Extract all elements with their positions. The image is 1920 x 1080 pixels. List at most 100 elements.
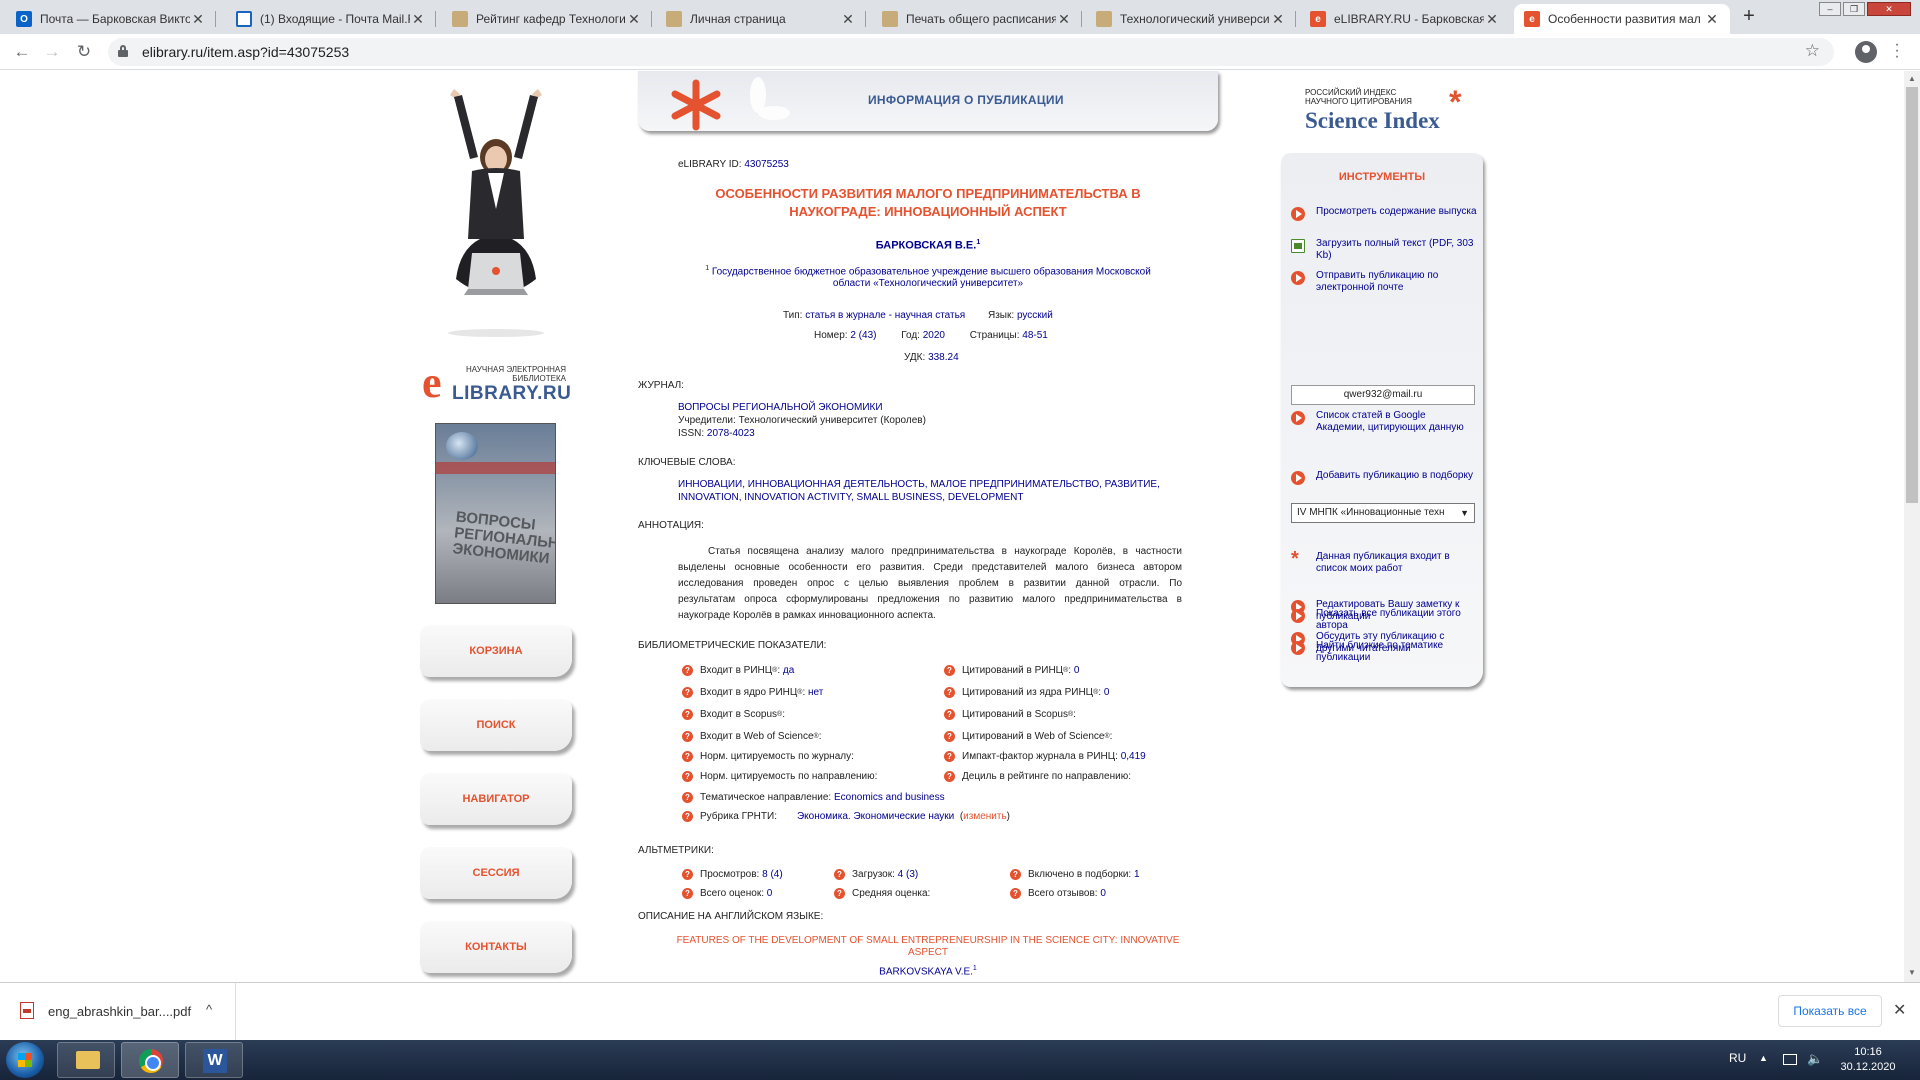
tool-similar-publications[interactable]: Найти близкие по тематике публикации <box>1291 640 1477 664</box>
taskbar-explorer[interactable] <box>57 1042 115 1078</box>
university-hat-icon <box>882 11 898 27</box>
browser-tab[interactable]: Печать общего расписания ✕ <box>872 4 1082 34</box>
system-clock[interactable]: 10:16 30.12.2020 <box>1836 1045 1900 1075</box>
url-text[interactable]: elibrary.ru/item.asp?id=43075253 <box>142 44 349 60</box>
close-icon[interactable]: ✕ <box>1704 11 1720 28</box>
english-author[interactable]: BARKOVSKAYA V.E.1 <box>638 965 1218 977</box>
help-icon[interactable]: ? <box>682 888 693 899</box>
minimize-button[interactable]: – <box>1819 2 1841 16</box>
journal-cover-image[interactable]: ВОПРОСЫ РЕГИОНАЛЬНОЙ ЭКОНОМИКИ <box>435 423 556 604</box>
close-icon[interactable]: ✕ <box>1484 11 1500 28</box>
affiliation[interactable]: 1 Государственное бюджетное образователь… <box>638 263 1218 290</box>
author-link[interactable]: БАРКОВСКАЯ В.Е.1 <box>638 239 1218 252</box>
maximize-button[interactable]: ❐ <box>1843 2 1865 16</box>
scrollbar-thumb[interactable] <box>1906 87 1918 503</box>
elibrary-logo[interactable]: e НАУЧНАЯ ЭЛЕКТРОННАЯ БИБЛИОТЕКА LIBRARY… <box>422 361 572 405</box>
taskbar-word[interactable]: W <box>185 1042 243 1078</box>
contacts-button[interactable]: КОНТАКТЫ <box>420 921 572 973</box>
lock-icon[interactable] <box>118 45 128 57</box>
help-icon[interactable]: ? <box>682 751 693 762</box>
download-item[interactable]: eng_abrashkin_bar....pdf ^ <box>0 983 236 1040</box>
help-icon[interactable]: ? <box>834 869 845 880</box>
session-button[interactable]: СЕССИЯ <box>420 847 572 899</box>
browser-tab[interactable]: ✉ (1) Входящие - Почта Mail.R ✕ <box>226 4 436 34</box>
forward-arrow-icon[interactable]: → <box>40 40 64 64</box>
keyword-list[interactable]: ИННОВАЦИИ, ИННОВАЦИОННАЯ ДЕЯТЕЛЬНОСТЬ, М… <box>678 478 1160 504</box>
scroll-up-icon[interactable]: ▲ <box>1908 74 1916 83</box>
word-icon: W <box>203 1049 227 1073</box>
tool-author-publications[interactable]: Показать все публикации этого автора <box>1291 608 1477 632</box>
language-indicator[interactable]: RU <box>1729 1051 1746 1065</box>
help-icon[interactable]: ? <box>682 687 693 698</box>
close-icon[interactable]: ✕ <box>1893 1000 1906 1020</box>
help-icon[interactable]: ? <box>1010 888 1021 899</box>
elibrary-asterisk-icon <box>671 77 790 131</box>
asterisk-icon: * <box>1449 84 1462 120</box>
tool-add-to-collection[interactable]: Добавить публикацию в подборку <box>1291 470 1477 485</box>
tray-expand-icon[interactable]: ▲ <box>1759 1053 1768 1063</box>
science-index-logo[interactable]: РОССИЙСКИЙ ИНДЕКС НАУЧНОГО ЦИТИРОВАНИЯ Sc… <box>1305 84 1485 138</box>
tool-download-pdf[interactable]: Загрузить полный текст (PDF, 303 Kb) <box>1291 238 1477 262</box>
download-filename[interactable]: eng_abrashkin_bar....pdf <box>48 1004 191 1019</box>
navigator-button[interactable]: НАВИГАТОР <box>420 773 572 825</box>
chevron-up-icon[interactable]: ^ <box>206 1002 212 1017</box>
help-icon[interactable]: ? <box>682 665 693 676</box>
tool-view-issue[interactable]: Просмотреть содержание выпуска <box>1291 206 1477 221</box>
help-icon[interactable]: ? <box>944 731 955 742</box>
tool-send-email[interactable]: Отправить публикацию по электронной почт… <box>1291 270 1477 294</box>
profile-avatar-icon[interactable] <box>1855 41 1877 63</box>
help-icon[interactable]: ? <box>944 751 955 762</box>
new-tab-button[interactable]: + <box>1735 5 1763 29</box>
change-rubric-link[interactable]: изменить <box>963 811 1007 822</box>
taskbar-chrome[interactable] <box>121 1042 179 1078</box>
page-scrollbar[interactable]: ▲ ▼ <box>1904 71 1920 982</box>
pdf-file-icon <box>20 1002 34 1019</box>
kebab-menu-icon[interactable]: · · · <box>1890 37 1904 65</box>
journal-link[interactable]: ВОПРОСЫ РЕГИОНАЛЬНОЙ ЭКОНОМИКИ <box>678 401 926 414</box>
help-icon[interactable]: ? <box>834 888 845 899</box>
thematic-row: ? Тематическое направление: Economics and… <box>682 792 945 803</box>
close-icon[interactable]: ✕ <box>1270 11 1286 28</box>
metric-row: ? Цитирований в РИНЦ ®: 0 <box>944 665 1079 676</box>
help-icon[interactable]: ? <box>1010 869 1021 880</box>
help-icon[interactable]: ? <box>682 709 693 720</box>
windows-start-button[interactable] <box>6 1042 44 1078</box>
help-icon[interactable]: ? <box>944 709 955 720</box>
scroll-down-icon[interactable]: ▼ <box>1908 968 1916 977</box>
browser-tab[interactable]: Личная страница ✕ <box>656 4 866 34</box>
help-icon[interactable]: ? <box>682 792 693 803</box>
help-icon[interactable]: ? <box>944 665 955 676</box>
close-icon[interactable]: ✕ <box>410 11 426 28</box>
search-button[interactable]: ПОИСК <box>420 699 572 751</box>
back-arrow-icon[interactable]: ← <box>10 40 34 64</box>
help-icon[interactable]: ? <box>682 731 693 742</box>
tab-label: Почта — Барковская Викто <box>40 12 190 26</box>
window-close-button[interactable]: ✕ <box>1867 2 1911 16</box>
close-icon[interactable]: ✕ <box>626 11 642 28</box>
close-icon[interactable]: ✕ <box>1056 11 1072 28</box>
browser-tab-active[interactable]: e Особенности развития мал ✕ <box>1514 4 1730 34</box>
asterisk-icon: * <box>1291 548 1299 570</box>
collection-select[interactable]: IV МНПК «Инновационные техн ▼ <box>1291 503 1475 523</box>
help-icon[interactable]: ? <box>944 687 955 698</box>
email-input[interactable]: qwer932@mail.ru <box>1291 385 1475 405</box>
tool-google-scholar[interactable]: Список статей в Google Академии, цитирую… <box>1291 410 1477 434</box>
browser-tab[interactable]: O Почта — Барковская Викто ✕ <box>6 4 216 34</box>
cart-button[interactable]: КОРЗИНА <box>420 625 572 677</box>
network-icon[interactable] <box>1783 1054 1797 1065</box>
bookmark-star-icon[interactable]: ☆ <box>1805 41 1820 61</box>
address-bar[interactable]: elibrary.ru/item.asp?id=43075253 ☆ <box>108 38 1834 66</box>
show-all-downloads-button[interactable]: Показать все <box>1778 995 1882 1027</box>
help-icon[interactable]: ? <box>682 811 693 822</box>
reload-icon[interactable]: ↻ <box>72 40 96 64</box>
tool-my-works[interactable]: * Данная публикация входит в список моих… <box>1291 548 1477 575</box>
browser-tab[interactable]: Технологический универси ✕ <box>1086 4 1296 34</box>
browser-tab[interactable]: e eLIBRARY.RU - Барковская В ✕ <box>1300 4 1510 34</box>
help-icon[interactable]: ? <box>682 869 693 880</box>
volume-icon[interactable]: 🔈 <box>1807 1051 1823 1067</box>
close-icon[interactable]: ✕ <box>190 11 206 28</box>
browser-tab[interactable]: Рейтинг кафедр Технологич ✕ <box>442 4 652 34</box>
close-icon[interactable]: ✕ <box>840 11 856 28</box>
help-icon[interactable]: ? <box>682 771 693 782</box>
help-icon[interactable]: ? <box>944 771 955 782</box>
